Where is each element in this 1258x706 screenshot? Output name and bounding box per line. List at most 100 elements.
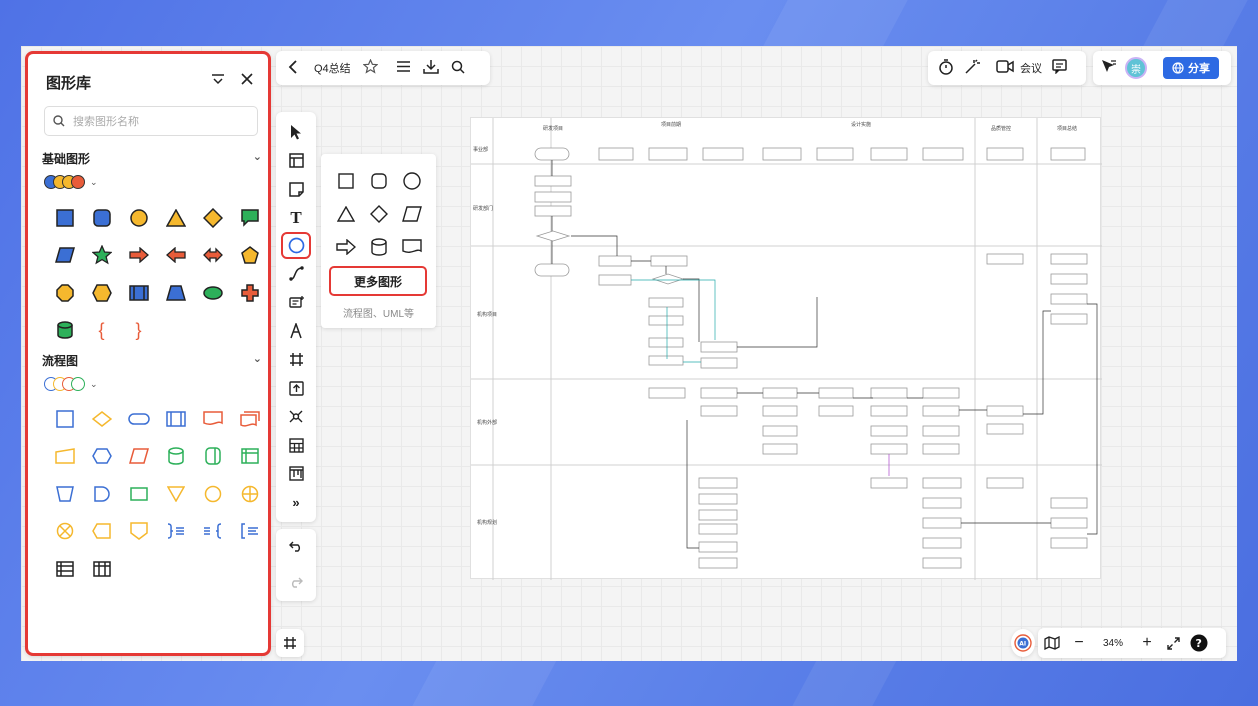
share-button[interactable]: 分享 (1163, 57, 1219, 79)
rectangle-shape[interactable] (329, 164, 362, 197)
chevron-down-icon[interactable]: ⌄ (253, 150, 262, 163)
triangle-shape[interactable] (329, 197, 362, 230)
fullscreen-icon[interactable] (1160, 636, 1186, 650)
kanban-icon[interactable] (281, 460, 311, 489)
video-icon[interactable] (996, 60, 1014, 76)
double-arrow-shape[interactable] (194, 237, 231, 275)
ai-text-icon[interactable] (281, 288, 311, 317)
swimlane-vertical-shape[interactable] (83, 550, 120, 588)
circle-shape[interactable] (120, 199, 157, 237)
document-shape[interactable] (395, 230, 428, 263)
flow-delay-shape[interactable] (83, 475, 120, 513)
square-shape[interactable] (46, 199, 83, 237)
flow-terminator-shape[interactable] (120, 400, 157, 438)
chevron-down-icon[interactable]: ⌄ (90, 379, 98, 390)
more-icon[interactable]: » (281, 488, 311, 517)
flow-preparation-shape[interactable] (83, 438, 120, 476)
shape-icon[interactable] (281, 232, 311, 260)
zoom-level[interactable]: 34% (1092, 638, 1134, 649)
swimlane-diagram[interactable]: 研发项目 项目前期 设计实施 品质管控 项目总结 事业部 研发部门 机构项目 机构外部 机构… (470, 117, 1102, 580)
menu-icon[interactable] (396, 60, 411, 76)
redo-icon[interactable] (289, 575, 303, 591)
table-icon[interactable] (281, 431, 311, 460)
process-shape[interactable] (120, 274, 157, 312)
close-icon[interactable] (240, 72, 254, 91)
timer-icon[interactable] (938, 58, 954, 78)
frame-list-icon[interactable] (276, 629, 304, 657)
cylinder-shape[interactable] (46, 312, 83, 350)
search-input[interactable]: 搜索图形名称 (44, 106, 258, 136)
speech-bubble-shape[interactable] (231, 199, 268, 237)
zoom-out-icon[interactable]: − (1066, 634, 1092, 652)
more-shapes-button[interactable]: 更多图形 (329, 266, 427, 296)
parallelogram-shape[interactable] (46, 237, 83, 275)
flow-summing-junction-shape[interactable] (46, 513, 83, 551)
diamond-shape[interactable] (194, 199, 231, 237)
octagon-shape[interactable] (46, 274, 83, 312)
star-icon[interactable] (362, 58, 379, 77)
arrow-right-shape[interactable] (120, 237, 157, 275)
flow-document-shape[interactable] (194, 400, 231, 438)
section-flowchart[interactable]: 流程图 ⌄ (42, 352, 262, 369)
flow-predefined-shape[interactable] (157, 400, 194, 438)
meeting-label[interactable]: 会议 (1020, 60, 1042, 76)
triangle-shape[interactable] (157, 199, 194, 237)
flow-annotation-shape[interactable] (194, 513, 231, 551)
cloud-shape[interactable] (194, 274, 231, 312)
arrow-left-shape[interactable] (157, 237, 194, 275)
document-title[interactable]: Q4总结 (314, 60, 351, 76)
flow-manual-input-shape[interactable] (46, 438, 83, 476)
connector-icon[interactable] (281, 259, 311, 288)
flow-data-shape[interactable] (120, 438, 157, 476)
cylinder-shape[interactable] (362, 230, 395, 263)
chevron-down-icon[interactable]: ⌄ (253, 352, 262, 365)
upload-icon[interactable] (281, 374, 311, 403)
flow-internal-storage-shape[interactable] (231, 438, 268, 476)
flow-merge-shape[interactable] (157, 475, 194, 513)
swimlane-horizontal-shape[interactable] (46, 550, 83, 588)
flow-or-shape[interactable] (231, 475, 268, 513)
magic-wand-icon[interactable] (964, 58, 980, 78)
select-icon[interactable] (281, 118, 311, 147)
cross-shape[interactable] (231, 274, 268, 312)
trapezoid-shape[interactable] (157, 274, 194, 312)
star-shape[interactable] (83, 237, 120, 275)
section-basic-shapes[interactable]: 基础图形 ⌄ (42, 150, 262, 167)
template-icon[interactable] (281, 147, 311, 176)
rounded-rectangle-shape[interactable] (362, 164, 395, 197)
diamond-shape[interactable] (362, 197, 395, 230)
flow-connector-shape[interactable] (194, 475, 231, 513)
pentagon-shape[interactable] (231, 237, 268, 275)
flow-database-shape[interactable] (157, 438, 194, 476)
rounded-square-shape[interactable] (83, 199, 120, 237)
ai-icon[interactable]: AI (1011, 629, 1035, 657)
flow-process-shape[interactable] (46, 400, 83, 438)
help-icon[interactable]: ? (1186, 634, 1212, 652)
flow-annotation-right-shape[interactable] (157, 513, 194, 551)
flow-comment-shape[interactable] (231, 513, 268, 551)
flow-direct-access-shape[interactable] (194, 438, 231, 476)
color-palette-basic[interactable]: ⌄ (44, 175, 98, 189)
circle-shape[interactable] (395, 164, 428, 197)
undo-icon[interactable] (289, 539, 303, 555)
frame-icon[interactable] (281, 345, 311, 374)
avatar[interactable]: 崇 (1125, 57, 1147, 79)
arrow-shape[interactable] (329, 230, 362, 263)
hexagon-shape[interactable] (83, 274, 120, 312)
sticky-note-icon[interactable] (281, 175, 311, 204)
text-icon[interactable]: T (281, 204, 311, 233)
search-icon[interactable] (451, 60, 465, 77)
mindmap-icon[interactable] (281, 402, 311, 431)
right-brace-shape[interactable]: } (120, 312, 157, 350)
left-brace-shape[interactable]: { (83, 312, 120, 350)
flow-multidoc-shape[interactable] (231, 400, 268, 438)
zoom-in-icon[interactable]: + (1134, 634, 1160, 652)
flow-display-shape[interactable] (83, 513, 120, 551)
flow-decision-shape[interactable] (83, 400, 120, 438)
map-icon[interactable] (1038, 636, 1066, 650)
parallelogram-shape[interactable] (395, 197, 428, 230)
collapse-icon[interactable] (210, 72, 226, 91)
cursor-follow-icon[interactable] (1101, 59, 1117, 78)
pen-icon[interactable] (281, 317, 311, 346)
comment-icon[interactable] (1052, 59, 1067, 77)
